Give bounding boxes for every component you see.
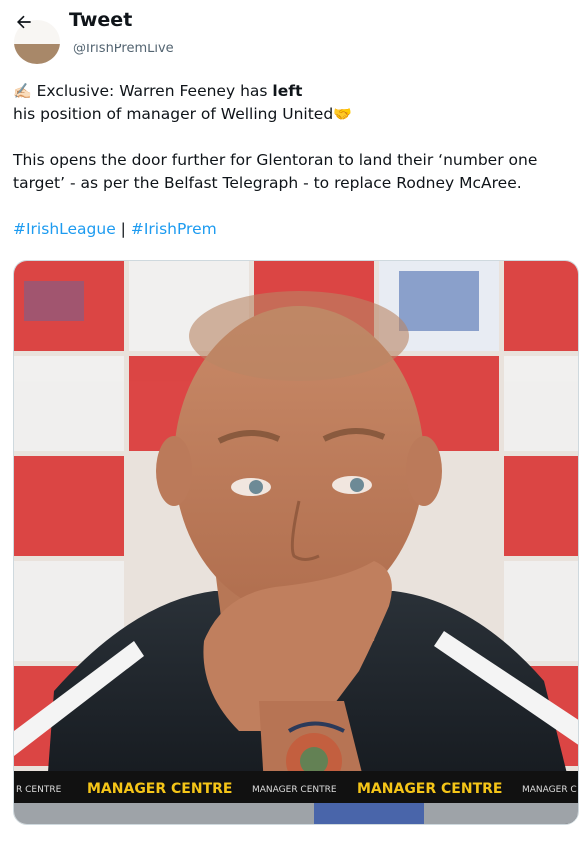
tweet-line-2-text: his position of manager of Welling Unite…	[13, 105, 334, 123]
banner-small-2: MANAGER CENTRE	[252, 785, 337, 795]
hashtag-irishleague[interactable]: #IrishLeague	[13, 220, 116, 238]
tweet-paragraph-2-line-2: target’ - as per the Belfast Telegraph -…	[13, 174, 522, 192]
tweet-line-1: ✍🏻 Exclusive: Warren Feeney has left	[13, 80, 573, 103]
banner-small-1: R CENTRE	[16, 785, 62, 795]
hashtag-irishprem[interactable]: #IrishPrem	[131, 220, 217, 238]
banner-big-1: MANAGER CENTRE	[87, 781, 232, 797]
tweet-line-1-text: Exclusive: Warren Feeney has	[36, 82, 273, 100]
tweet-text: ✍🏻 Exclusive: Warren Feeney has left his…	[13, 80, 573, 241]
hashtag-separator: |	[120, 220, 126, 238]
page-title: Tweet	[69, 9, 133, 31]
banner-big-2: MANAGER CENTRE	[357, 781, 502, 797]
back-button[interactable]	[8, 6, 40, 38]
tweet-line-2: his position of manager of Welling Unite…	[13, 103, 573, 126]
top-bar: Tweet	[0, 0, 585, 44]
back-arrow-icon	[17, 15, 31, 29]
tweet-photo[interactable]: R CENTRE MANAGER CENTRE MANAGER CENTRE M…	[13, 260, 579, 825]
tweet-bold-word: left	[272, 82, 303, 100]
photo-illustration: R CENTRE MANAGER CENTRE MANAGER CENTRE M…	[14, 261, 578, 824]
hashtag-line: #IrishLeague | #IrishPrem	[13, 218, 573, 241]
handshake-icon: 🤝	[333, 105, 352, 123]
writing-hand-icon: ✍🏻	[13, 82, 32, 100]
tweet-paragraph-2-line-1: This opens the door further for Glentora…	[13, 151, 538, 169]
banner-small-3: MANAGER C	[522, 785, 577, 795]
